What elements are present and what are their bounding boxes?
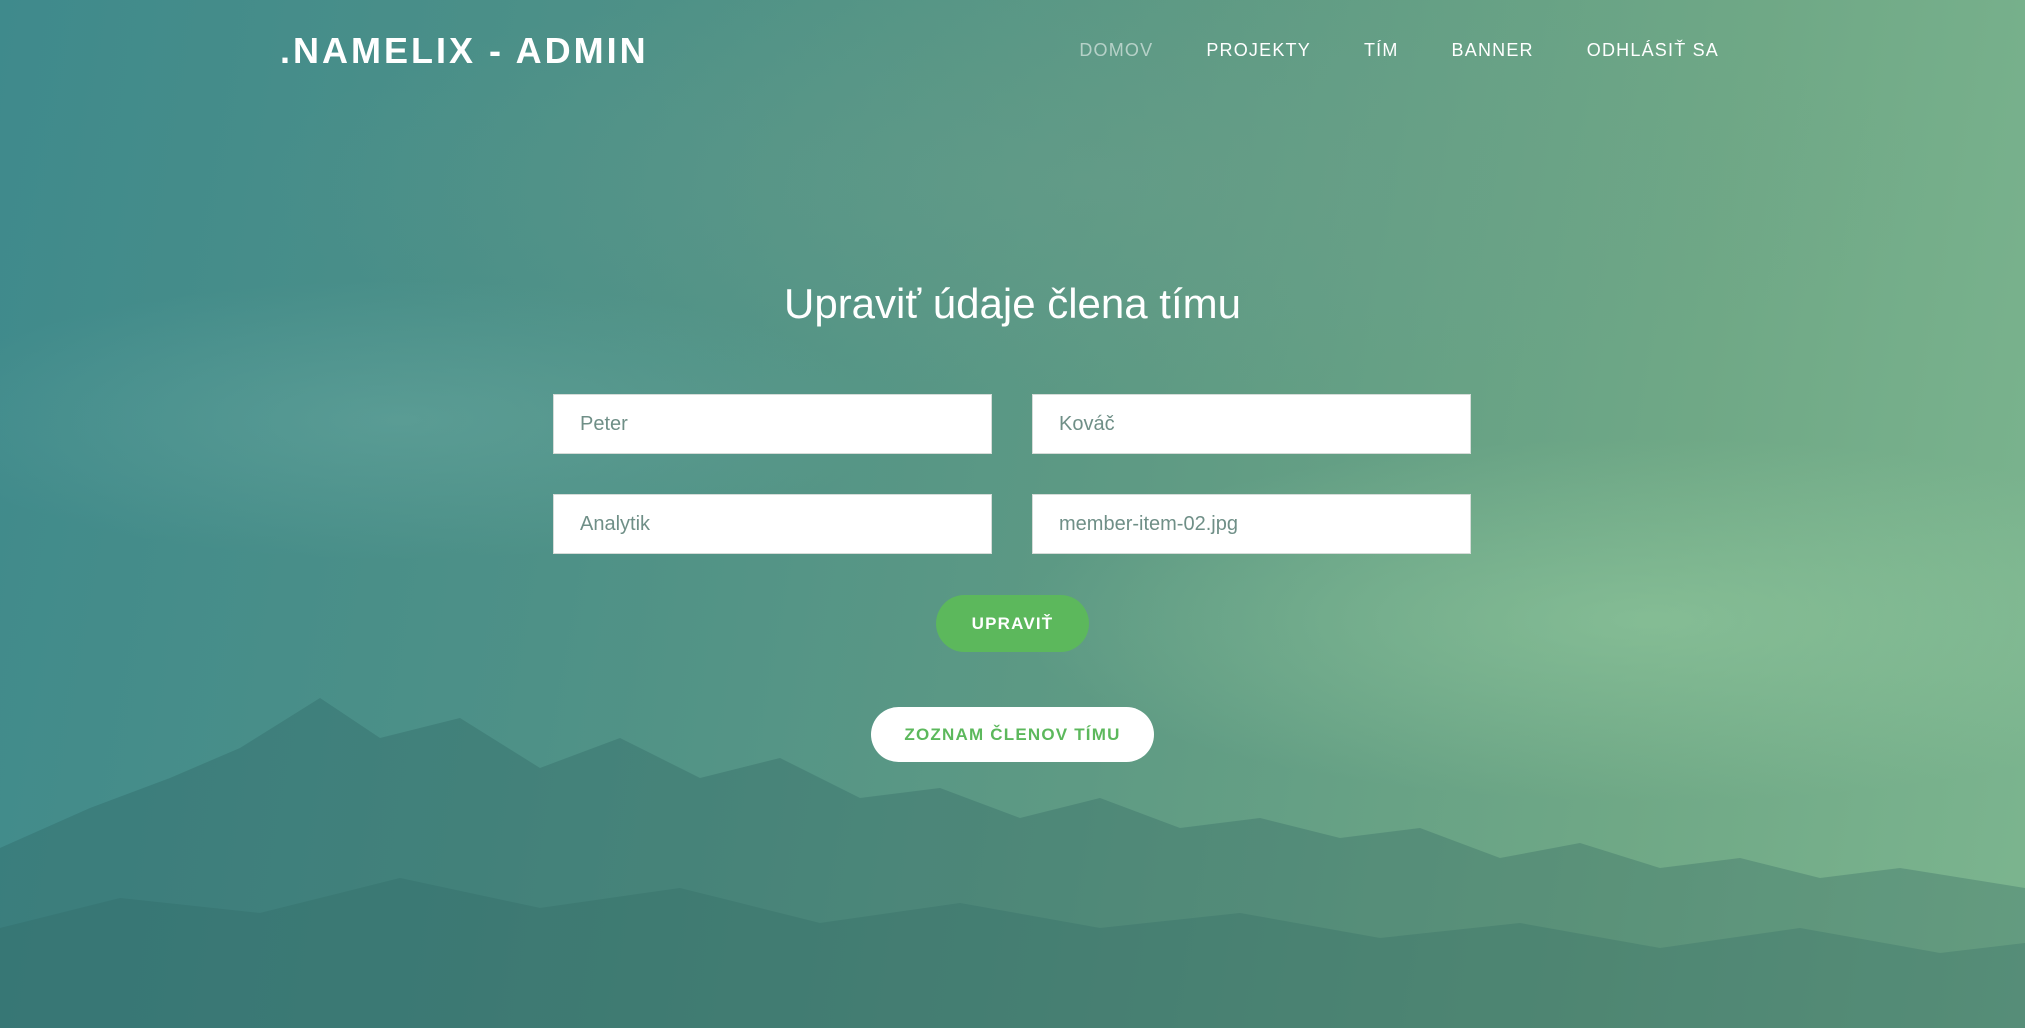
mountain-silhouette xyxy=(0,698,2025,1028)
nav-item-projekty[interactable]: PROJEKTY xyxy=(1206,40,1311,61)
last-name-input[interactable] xyxy=(1032,394,1471,454)
nav-item-domov[interactable]: DOMOV xyxy=(1079,40,1153,61)
update-button[interactable]: UPRAVIŤ xyxy=(936,595,1089,652)
team-list-button[interactable]: ZOZNAM ČLENOV TÍMU xyxy=(871,707,1154,762)
nav-item-banner[interactable]: BANNER xyxy=(1452,40,1534,61)
first-name-input[interactable] xyxy=(553,394,992,454)
page-title: Upraviť údaje člena tímu xyxy=(784,280,1241,327)
position-input[interactable] xyxy=(553,494,992,554)
nav-item-logout[interactable]: ODHLÁSIŤ SA xyxy=(1587,40,1719,61)
nav-item-tim[interactable]: TÍM xyxy=(1364,40,1399,61)
navbar: .NAMELIX - ADMIN DOMOV PROJEKTY TÍM BANN… xyxy=(0,0,2025,105)
image-filename-input[interactable] xyxy=(1032,494,1471,554)
main-nav: DOMOV PROJEKTY TÍM BANNER ODHLÁSIŤ SA xyxy=(1079,40,1719,61)
background-image xyxy=(0,0,2025,1028)
brand-logo[interactable]: .NAMELIX - ADMIN xyxy=(280,30,649,72)
